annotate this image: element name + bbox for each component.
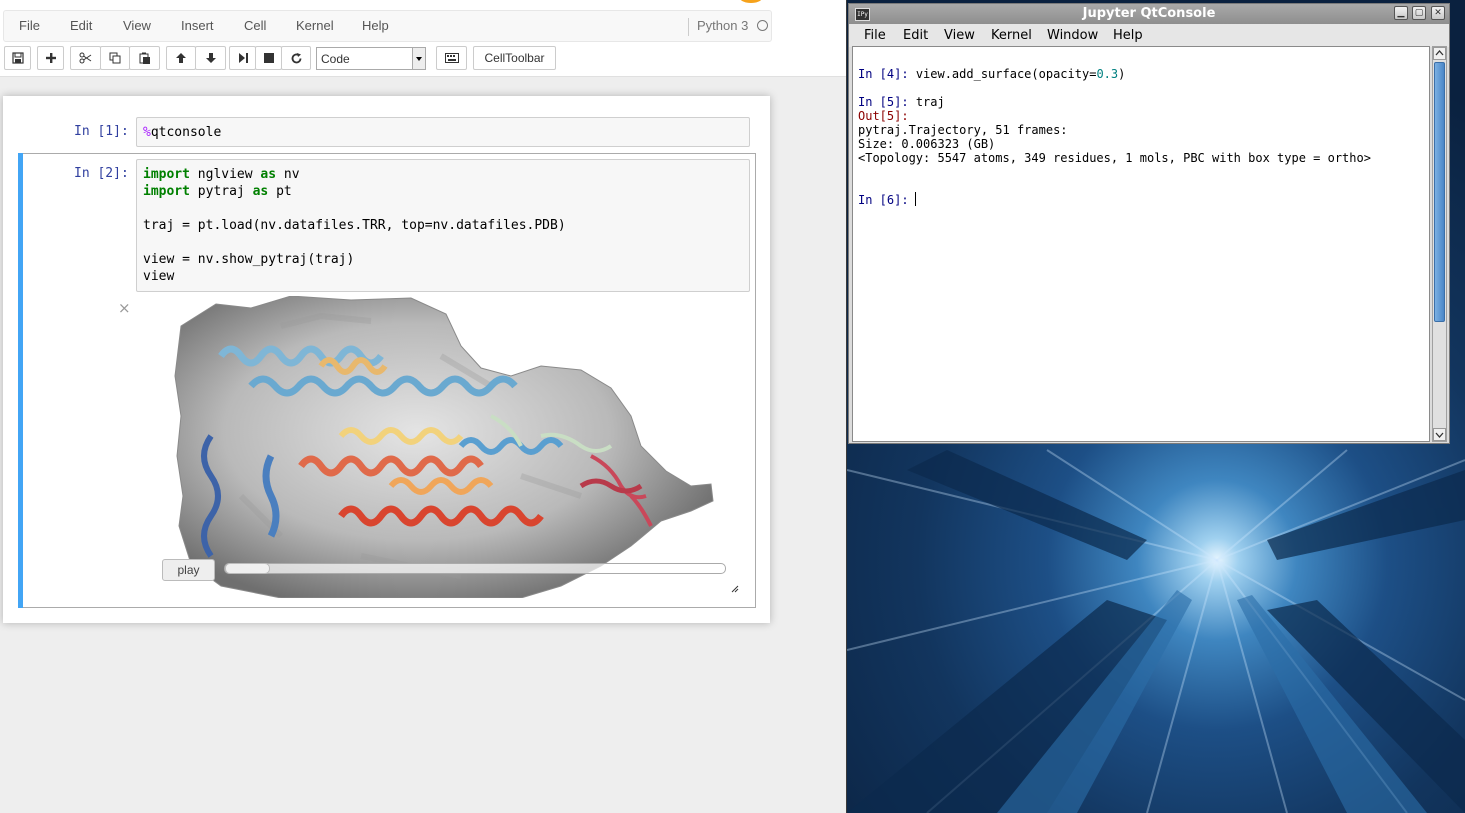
console-output-line: <Topology: 5547 atoms, 349 residues, 1 m…	[858, 151, 1371, 165]
notebook-header: File Edit View Insert Cell Kernel Help P…	[0, 0, 846, 77]
window-title: Jupyter QtConsole	[1082, 6, 1216, 21]
paste-cell-button[interactable]	[129, 46, 160, 70]
qtconsole-window: IPy Jupyter QtConsole ▁ ▢ ✕ File Edit Vi…	[848, 3, 1450, 444]
text-cursor	[915, 192, 916, 206]
qt-menu-view[interactable]: View	[944, 28, 975, 43]
qt-menu-edit[interactable]: Edit	[903, 28, 928, 43]
selected-cell-indicator	[18, 153, 23, 608]
menubar-divider	[688, 18, 689, 36]
kernel-idle-indicator-icon	[757, 20, 768, 31]
play-button[interactable]: play	[162, 559, 215, 581]
scissors-icon	[79, 52, 92, 64]
refresh-icon	[291, 52, 301, 63]
close-output-icon[interactable]: ×	[118, 299, 131, 317]
frame-slider-handle[interactable]	[225, 563, 270, 574]
code-line: import nglview as nv	[143, 167, 300, 182]
code-line: view = nv.show_pytraj(traj)	[143, 252, 355, 267]
maximize-button[interactable]: ▢	[1412, 6, 1426, 20]
qtconsole-menubar: File Edit View Kernel Window Help	[849, 24, 1449, 47]
nglview-molecule-viewer[interactable]	[161, 296, 743, 598]
celltoolbar-button[interactable]: CellToolbar	[473, 46, 556, 70]
cell-prompt: In [2]:	[74, 166, 129, 181]
cut-cell-button[interactable]	[70, 46, 101, 70]
jupyter-logo-icon	[740, 0, 762, 3]
minimize-button[interactable]: ▁	[1394, 6, 1408, 20]
jupyter-notebook-window: File Edit View Insert Cell Kernel Help P…	[0, 0, 846, 813]
console-input-line: In [4]: view.add_surface(opacity=0.3)	[858, 67, 1126, 81]
keyboard-icon	[444, 53, 459, 63]
qt-menu-file[interactable]: File	[864, 28, 886, 43]
interrupt-kernel-button[interactable]	[255, 46, 282, 70]
menu-help[interactable]: Help	[362, 18, 389, 33]
close-button[interactable]: ✕	[1431, 6, 1445, 20]
code-line: import pytraj as pt	[143, 184, 292, 199]
arrow-down-icon	[205, 53, 216, 63]
run-cell-button[interactable]	[229, 46, 256, 70]
code-line: %qtconsole	[143, 125, 222, 140]
console-output-line: Size: 0.006323 (GB)	[858, 137, 996, 151]
menu-edit[interactable]: Edit	[70, 18, 92, 33]
qtconsole-titlebar[interactable]: IPy Jupyter QtConsole ▁ ▢ ✕	[849, 4, 1449, 24]
stop-icon	[263, 53, 274, 63]
kernel-name: Python 3	[697, 18, 749, 33]
notebook-menubar: File Edit View Insert Cell Kernel Help P…	[3, 10, 772, 42]
arrow-up-icon	[176, 53, 186, 63]
plus-icon	[45, 53, 56, 63]
code-line: traj = pt.load(nv.datafiles.TRR, top=nv.…	[143, 218, 566, 233]
code-block: import nglview as nv import pytraj as pt t…	[143, 166, 566, 285]
cell-type-value: Code	[321, 52, 350, 66]
code-cell-input[interactable]: %qtconsole	[136, 117, 750, 147]
insert-cell-button[interactable]	[37, 46, 64, 70]
menu-kernel[interactable]: Kernel	[296, 18, 334, 33]
scroll-down-arrow-icon[interactable]	[1433, 428, 1446, 441]
menu-file[interactable]: File	[19, 18, 40, 33]
notebook-page: In [1]: %qtconsole In [2]: import nglvie…	[3, 96, 770, 623]
cell-type-select[interactable]: Code	[316, 47, 426, 70]
copy-icon	[109, 52, 121, 64]
console-output-line: pytraj.Trajectory, 51 frames:	[858, 123, 1068, 137]
resize-grip-icon[interactable]	[731, 585, 739, 593]
menu-insert[interactable]: Insert	[181, 18, 214, 33]
cell-prompt: In [1]:	[74, 124, 129, 139]
chevron-down-icon	[412, 48, 425, 69]
command-palette-button[interactable]	[436, 46, 467, 70]
save-icon	[11, 52, 24, 64]
save-button[interactable]	[4, 46, 31, 70]
scrollbar-thumb[interactable]	[1434, 62, 1445, 322]
console-input-prompt: In [6]:	[858, 193, 909, 207]
move-cell-down-button[interactable]	[195, 46, 226, 70]
menu-view[interactable]: View	[123, 18, 151, 33]
qt-menu-window[interactable]: Window	[1047, 28, 1098, 43]
console-scrollbar[interactable]	[1432, 46, 1447, 442]
code-line: view	[143, 269, 175, 284]
menu-cell[interactable]: Cell	[244, 18, 266, 33]
restart-kernel-button[interactable]	[281, 46, 311, 70]
step-forward-icon	[238, 53, 248, 63]
scroll-up-arrow-icon[interactable]	[1433, 47, 1446, 60]
protein-structure-image	[174, 296, 714, 598]
console-output-prompt: Out[5]:	[858, 109, 909, 123]
frame-slider[interactable]	[224, 563, 726, 574]
code-cell-input[interactable]: import nglview as nv import pytraj as pt t…	[136, 159, 750, 292]
qt-menu-kernel[interactable]: Kernel	[991, 28, 1032, 43]
copy-cell-button[interactable]	[100, 46, 130, 70]
paste-icon	[139, 52, 150, 64]
qt-menu-help[interactable]: Help	[1113, 28, 1143, 43]
console-input-line: In [5]: traj	[858, 95, 945, 109]
console-output-area[interactable]: In [4]: view.add_surface(opacity=0.3) In…	[852, 46, 1430, 442]
move-cell-up-button[interactable]	[166, 46, 196, 70]
